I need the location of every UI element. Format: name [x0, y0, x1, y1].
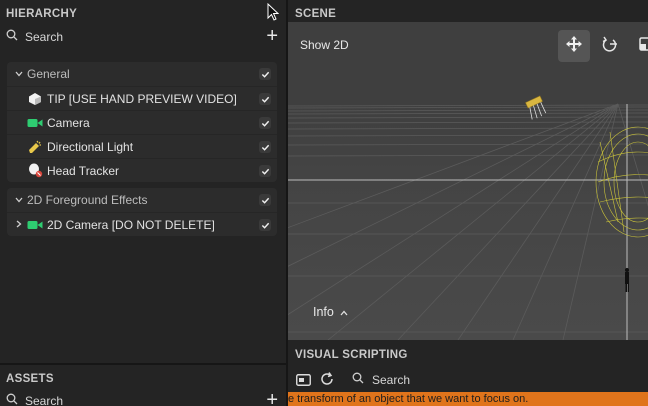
hierarchy-search-row: +	[6, 26, 278, 46]
left-column: HIERARCHY + General TIP [USE HAND PREVIE…	[0, 0, 286, 406]
hierarchy-item-directional-light[interactable]: Directional Light	[7, 134, 277, 158]
visibility-checkbox[interactable]	[259, 68, 271, 80]
add-object-button[interactable]: +	[266, 26, 278, 46]
chevron-down-icon[interactable]	[13, 195, 25, 205]
chevron-up-icon	[340, 305, 348, 319]
camera-icon	[27, 115, 43, 131]
preview-window-icon[interactable]	[296, 373, 311, 391]
hierarchy-item-label: Camera	[47, 115, 90, 130]
add-asset-button[interactable]: +	[266, 390, 278, 406]
camera-icon	[27, 217, 43, 233]
hierarchy-title: HIERARCHY	[6, 8, 78, 20]
visual-scripting-search-input[interactable]	[372, 373, 492, 387]
hierarchy-item-label: TIP [USE HAND PREVIEW VIDEO]	[47, 91, 237, 106]
group-header-general[interactable]: General	[7, 62, 277, 86]
scale-tool-button[interactable]	[630, 30, 648, 62]
visual-scripting-search-row	[352, 371, 492, 389]
scale-icon	[638, 36, 648, 57]
visibility-checkbox[interactable]	[259, 93, 271, 105]
panel-divider	[0, 363, 286, 365]
mouse-cursor-icon	[267, 2, 280, 26]
visibility-checkbox[interactable]	[259, 194, 271, 206]
hierarchy-item-camera[interactable]: Camera	[7, 110, 277, 134]
group-label: General	[27, 67, 70, 81]
visibility-checkbox[interactable]	[259, 219, 271, 231]
visual-scripting-title: VISUAL SCRIPTING	[295, 349, 408, 361]
hierarchy-item-label: Directional Light	[47, 139, 134, 154]
hierarchy-item-2d-camera[interactable]: 2D Camera [DO NOT DELETE]	[7, 212, 277, 236]
hierarchy-item-tip[interactable]: TIP [USE HAND PREVIEW VIDEO]	[7, 86, 277, 110]
chevron-down-icon[interactable]	[13, 69, 25, 79]
group-header-2d-foreground[interactable]: 2D Foreground Effects	[7, 188, 277, 212]
search-icon	[6, 28, 18, 46]
hierarchy-item-label: Head Tracker	[47, 163, 120, 178]
move-tool-button[interactable]	[558, 30, 590, 62]
visibility-checkbox[interactable]	[259, 141, 271, 153]
refresh-icon[interactable]	[320, 372, 334, 391]
search-icon	[6, 392, 18, 406]
scene-title: SCENE	[295, 8, 337, 20]
info-toggle[interactable]: Info	[313, 305, 348, 319]
visibility-checkbox[interactable]	[259, 165, 271, 177]
rotate-tool-button[interactable]	[594, 30, 626, 62]
assets-title: ASSETS	[6, 373, 54, 385]
chevron-right-icon[interactable]	[13, 220, 25, 230]
show-2d-toggle[interactable]: Show 2D	[300, 38, 349, 52]
scene-grid	[288, 95, 648, 340]
head-tracker-icon	[27, 163, 43, 179]
visibility-checkbox[interactable]	[259, 117, 271, 129]
search-icon	[352, 371, 364, 389]
hierarchy-group-general: General TIP [USE HAND PREVIEW VIDEO] Cam…	[7, 62, 277, 182]
hand-tip-icon	[27, 91, 43, 107]
tooltip-banner: e transform of an object that we want to…	[288, 392, 648, 406]
hierarchy-item-label: 2D Camera [DO NOT DELETE]	[47, 217, 215, 232]
scene-viewport[interactable]: Show 2D Info	[288, 22, 648, 340]
rotate-icon	[601, 36, 619, 57]
info-label: Info	[313, 305, 334, 319]
hierarchy-item-head-tracker[interactable]: Head Tracker	[7, 158, 277, 182]
hierarchy-group-2d-foreground: 2D Foreground Effects 2D Camera [DO NOT …	[7, 188, 277, 236]
assets-search-row: +	[6, 390, 278, 406]
assets-search-input[interactable]	[25, 394, 225, 406]
light-icon	[27, 139, 43, 155]
group-label: 2D Foreground Effects	[27, 193, 148, 207]
move-icon	[566, 35, 582, 57]
hierarchy-search-input[interactable]	[25, 30, 225, 44]
